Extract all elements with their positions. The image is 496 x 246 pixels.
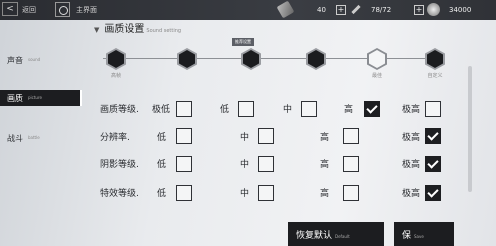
add-pen-button[interactable]: + <box>336 4 346 15</box>
option-label: 极高 <box>402 133 421 143</box>
hexagon-icon <box>306 48 326 70</box>
preset-high-fps[interactable]: 高帧 <box>96 48 136 79</box>
section-subtitle: Sound setting <box>146 28 182 34</box>
resolution-medium-checkbox[interactable] <box>258 128 274 144</box>
pen-icon <box>349 3 362 16</box>
pen-value: 78/72 <box>371 5 392 14</box>
quality-level-label: 画质等级. <box>100 105 139 115</box>
shadow-high-checkbox[interactable] <box>343 156 359 172</box>
resolution-high-checkbox[interactable] <box>343 128 359 144</box>
resolution-very-high-checkbox[interactable] <box>425 128 441 144</box>
nav-item-sound[interactable]: 声音 sound <box>0 52 82 68</box>
option-label: 高 <box>320 189 330 199</box>
top-bar: < 返回 主界面 40 + 78/72 + 34000 <box>0 0 496 20</box>
option-label: 极低 <box>152 105 171 115</box>
effects-level-label: 特效等级. <box>100 189 139 199</box>
option-label: 中 <box>283 105 293 115</box>
reset-default-label: 恢复默认 <box>296 231 333 241</box>
hexagon-icon <box>241 48 261 70</box>
home-label: 主界面 <box>76 6 97 14</box>
resolution-label: 分辨率. <box>100 133 130 143</box>
nav-item-sublabel: picture <box>28 95 42 100</box>
quality-medium-checkbox[interactable] <box>301 101 317 117</box>
preset-label: 自定义 <box>427 73 443 79</box>
nav-item-sublabel: battle <box>28 135 40 140</box>
option-label: 中 <box>240 133 250 143</box>
section-title-text: 画质设置 <box>104 24 145 35</box>
nav-item-label: 画质 <box>7 94 23 103</box>
option-label: 极高 <box>402 105 421 115</box>
coin-resource: + 34000 <box>414 3 471 16</box>
preset-custom[interactable]: 自定义 <box>415 48 455 79</box>
shadow-very-high-checkbox[interactable] <box>425 156 441 172</box>
home-button[interactable] <box>55 2 70 17</box>
hexagon-icon <box>177 48 197 70</box>
effects-low-checkbox[interactable] <box>176 185 192 201</box>
chip-icon <box>276 0 295 19</box>
preset-option[interactable] <box>167 48 207 72</box>
quality-very-low-checkbox[interactable] <box>176 101 192 117</box>
preset-label: 最佳 <box>371 73 382 79</box>
option-label: 中 <box>240 160 250 170</box>
add-coin-button[interactable]: + <box>414 4 424 15</box>
preset-label: 高帧 <box>110 73 121 79</box>
quality-very-high-checkbox[interactable] <box>425 101 441 117</box>
chip-resource: 40 <box>276 0 326 19</box>
shadow-low-checkbox[interactable] <box>176 156 192 172</box>
hexagon-icon <box>367 48 387 70</box>
shadow-medium-checkbox[interactable] <box>258 156 274 172</box>
effects-very-high-checkbox[interactable] <box>425 185 441 201</box>
effects-high-checkbox[interactable] <box>343 185 359 201</box>
quality-low-checkbox[interactable] <box>238 101 254 117</box>
save-button[interactable]: 保 Save <box>394 222 454 246</box>
shadow-level-label: 阴影等级. <box>100 160 139 170</box>
preset-option[interactable] <box>296 48 336 72</box>
option-label: 低 <box>220 105 230 115</box>
option-label: 高 <box>320 160 330 170</box>
back-arrow-icon: < <box>6 4 14 14</box>
option-label: 极高 <box>402 160 421 170</box>
option-label: 低 <box>157 133 167 143</box>
nav-item-battle[interactable]: 战斗 battle <box>0 130 82 146</box>
preset-option[interactable] <box>231 48 271 72</box>
section-title: ▼ 画质设置 Sound setting <box>94 20 181 35</box>
resolution-low-checkbox[interactable] <box>176 128 192 144</box>
save-label: 保 <box>402 231 412 241</box>
coin-icon <box>427 3 440 16</box>
reset-default-sublabel: Default <box>335 234 350 239</box>
option-label: 低 <box>157 189 167 199</box>
back-button[interactable]: < <box>2 2 18 16</box>
quality-high-checkbox[interactable] <box>364 101 380 117</box>
preset-best[interactable]: 最佳 <box>357 48 397 79</box>
option-label: 低 <box>157 160 167 170</box>
chip-value: 40 <box>317 5 326 14</box>
nav-item-sublabel: sound <box>28 57 41 62</box>
effects-medium-checkbox[interactable] <box>258 185 274 201</box>
pen-resource: + 78/72 <box>336 3 391 16</box>
option-label: 极高 <box>402 189 421 199</box>
scrollbar[interactable] <box>468 66 472 192</box>
recommended-tag: 推荐设置 <box>232 38 254 46</box>
back-label: 返回 <box>22 6 36 14</box>
collapse-triangle-icon[interactable]: ▼ <box>94 26 99 34</box>
hexagon-icon <box>106 48 126 70</box>
coin-value: 34000 <box>449 5 472 14</box>
hexagon-icon <box>425 48 445 70</box>
nav-item-picture[interactable]: 画质 picture <box>0 90 82 106</box>
nav-item-label: 声音 <box>7 56 23 65</box>
option-label: 中 <box>240 189 250 199</box>
nav-item-label: 战斗 <box>7 134 23 143</box>
save-sublabel: Save <box>414 234 424 239</box>
option-label: 高 <box>320 133 330 143</box>
reset-default-button[interactable]: 恢复默认 Default <box>288 222 384 246</box>
option-label: 高 <box>344 105 354 115</box>
